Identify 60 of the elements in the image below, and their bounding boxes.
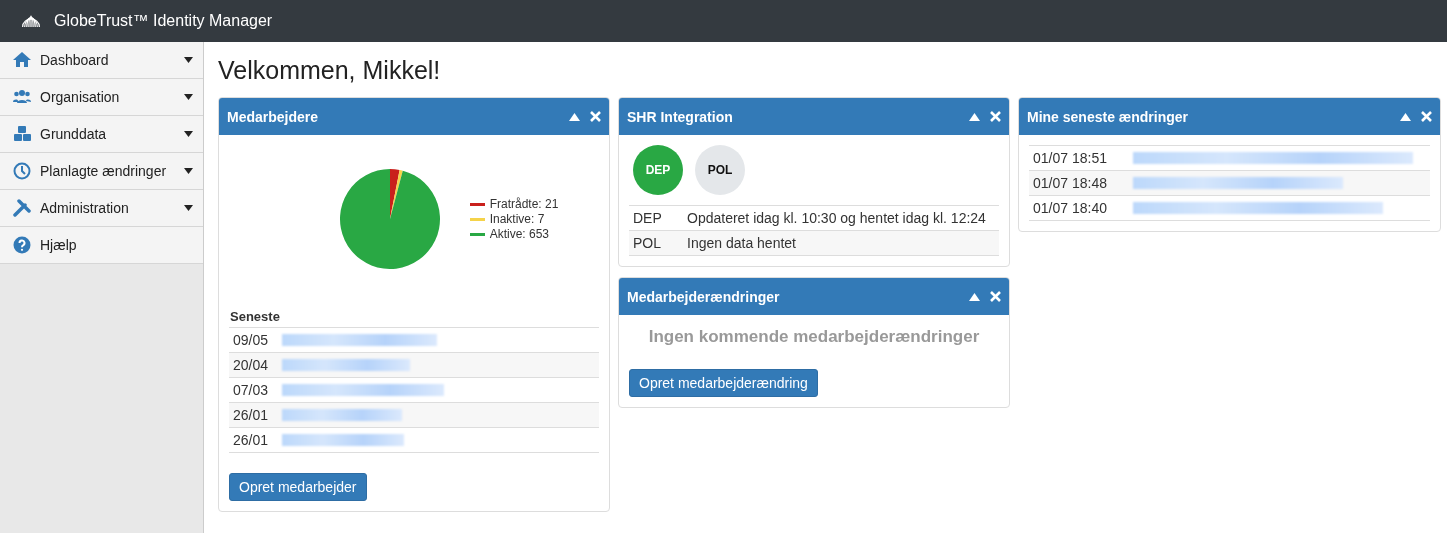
caret-icon — [184, 205, 193, 211]
collapse-button[interactable] — [1400, 112, 1411, 121]
table-cell: 07/03 — [233, 382, 269, 398]
legend-label: Aktive: 653 — [489, 227, 549, 241]
close-button[interactable] — [590, 111, 601, 122]
table-cell: 20/04 — [233, 357, 269, 373]
close-button[interactable] — [990, 111, 1001, 122]
close-icon — [990, 111, 1001, 122]
sidebar-item[interactable]: Planlagte ændringer — [0, 153, 203, 190]
legend-label: Fratrådte: 21 — [489, 197, 559, 211]
table-cell: 26/01 — [233, 407, 269, 423]
create-change-button[interactable]: Opret medarbejderændring — [629, 369, 818, 397]
close-button[interactable] — [1421, 111, 1432, 122]
users-icon — [12, 88, 32, 106]
caret-icon — [184, 57, 193, 63]
collapse-button[interactable] — [969, 292, 980, 301]
collapse-button[interactable] — [569, 112, 580, 121]
caret-up-icon — [969, 292, 980, 301]
create-employee-button[interactable]: Opret medarbejder — [229, 473, 367, 501]
panel-header: SHR Integration — [619, 98, 1009, 135]
sidebar-item[interactable]: Hjælp — [0, 227, 203, 264]
table-cell-text: DEP — [633, 210, 663, 226]
caret-up-icon — [1400, 112, 1411, 121]
table-header: Seneste — [229, 309, 599, 328]
home-icon — [12, 51, 32, 69]
close-icon — [990, 291, 1001, 302]
caret-icon — [184, 94, 193, 100]
tools-icon — [12, 199, 32, 217]
status-badge: DEP — [633, 145, 683, 195]
table-cell-text: 01/07 18:51 — [1033, 150, 1108, 166]
table-cell: 26/01 — [233, 432, 269, 448]
help-icon — [12, 236, 32, 254]
clock-icon — [12, 162, 32, 180]
panel-header: Medarbejderændringer — [619, 278, 1009, 315]
sidebar-item[interactable]: Organisation — [0, 79, 203, 116]
panel-header: Mine seneste ændringer — [1019, 98, 1440, 135]
table-cell: Ingen data hentet — [687, 235, 796, 251]
table-cell-text: POL — [633, 235, 662, 251]
empty-message: Ingen kommende medarbejderændringer — [647, 326, 981, 348]
caret-icon — [184, 131, 193, 137]
table-cell: Opdateret idag kl. 10:30 og hentet idag kl. 12:24 — [687, 210, 986, 226]
sidebar-item[interactable]: Administration — [0, 190, 203, 227]
status-badge: POL — [695, 145, 745, 195]
panel-header: Medarbejdere — [219, 98, 609, 135]
caret-up-icon — [569, 112, 580, 121]
collapse-button[interactable] — [969, 112, 980, 121]
table-cell-text: 01/07 18:48 — [1033, 175, 1108, 191]
table-cell-text: 01/07 18:40 — [1033, 200, 1108, 216]
close-icon — [590, 111, 601, 122]
legend-label: Inaktive: 7 — [489, 212, 545, 226]
sidebar-item[interactable]: Dashboard — [0, 42, 203, 79]
caret-icon — [184, 168, 193, 174]
caret-up-icon — [969, 112, 980, 121]
app-title: GlobeTrust™ Identity Manager — [54, 12, 273, 30]
close-button[interactable] — [990, 291, 1001, 302]
cubes-icon — [12, 125, 32, 143]
page-heading: Velkommen, Mikkel! — [218, 56, 442, 85]
sidebar-item[interactable]: Grunddata — [0, 116, 203, 153]
close-icon — [1421, 111, 1432, 122]
table-cell: 09/05 — [233, 332, 269, 348]
